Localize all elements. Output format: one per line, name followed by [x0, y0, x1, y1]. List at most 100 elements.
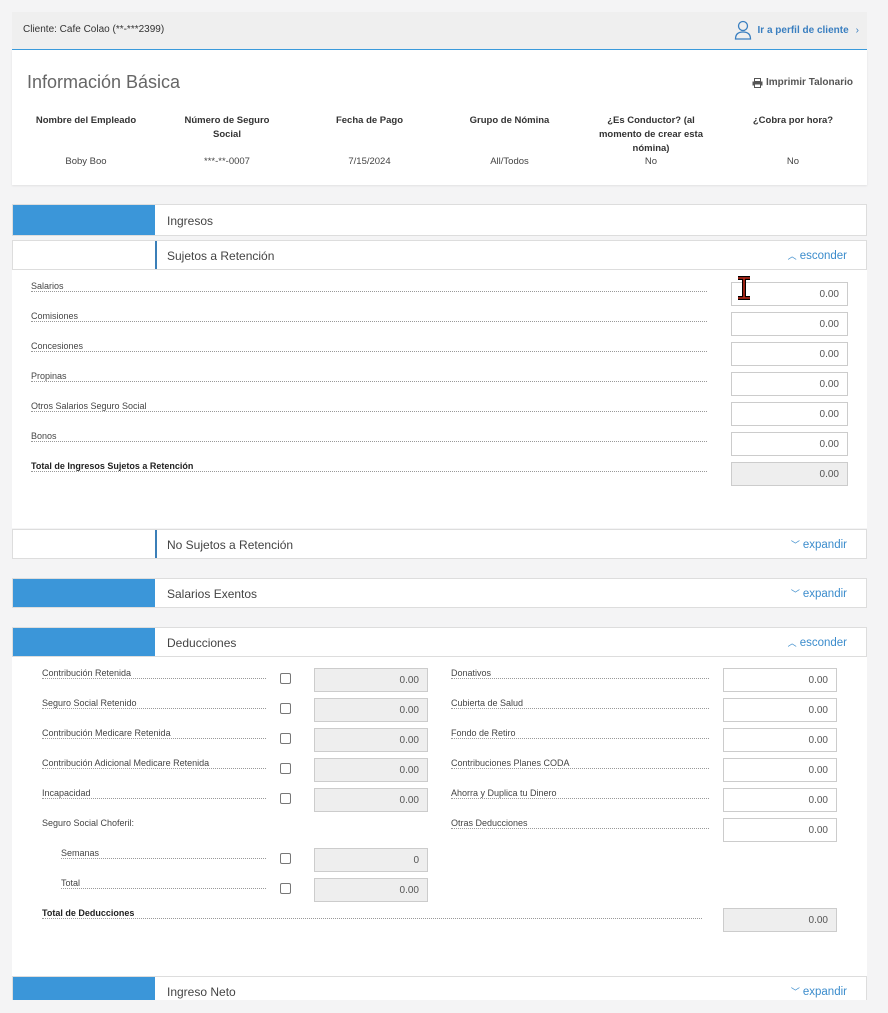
toggle-label: expandir	[802, 539, 847, 551]
user-icon	[734, 20, 751, 40]
medicare-adicional-checkbox[interactable]	[280, 763, 291, 774]
col-header: Nombre del Empleado	[35, 115, 137, 126]
row-label: Total	[61, 878, 82, 888]
row-concesiones: Concesiones	[31, 341, 707, 355]
col-hourly: ¿Cobra por hora? No	[734, 114, 852, 167]
row-otras-deducciones: Otras Deducciones	[451, 818, 709, 832]
incapacidad-checkbox[interactable]	[280, 793, 291, 804]
bonos-input[interactable]: 0.00	[731, 432, 848, 456]
row-label: Contribución Retenida	[42, 668, 133, 678]
row-total-deducciones: Total de Deducciones	[42, 908, 702, 922]
toggle-label: esconder	[799, 637, 847, 649]
total-choferil-checkbox[interactable]	[280, 883, 291, 894]
row-medicare-adicional: Contribución Adicional Medicare Retenida	[42, 758, 266, 772]
chevron-right-icon: ›	[855, 24, 859, 36]
row-label: Seguro Social Choferil:	[42, 818, 136, 828]
row-label: Donativos	[451, 668, 493, 678]
row-label: Fondo de Retiro	[451, 728, 517, 738]
client-bar: Cliente: Cafe Colao (**-***2399) Ir a pe…	[12, 12, 867, 50]
propinas-input[interactable]: 0.00	[731, 372, 848, 396]
row-label: Total de Deducciones	[42, 908, 136, 918]
row-label: Salarios	[31, 281, 65, 291]
col-header: Número de Seguro Social	[184, 115, 270, 140]
section-accent	[13, 205, 155, 235]
contribucion-retenida-checkbox[interactable]	[280, 673, 291, 684]
cubierta-salud-input[interactable]: 0.00	[723, 698, 837, 722]
hide-toggle[interactable]: ︿ esconder	[788, 636, 847, 649]
row-incapacidad: Incapacidad	[42, 788, 266, 802]
total-choferil-value: 0.00	[314, 878, 428, 902]
section-deducciones[interactable]: Deducciones ︿ esconder	[12, 627, 867, 657]
profile-link-label: Ir a perfil de cliente	[757, 24, 849, 36]
row-cubierta-salud: Cubierta de Salud	[451, 698, 709, 712]
print-stub-label: Imprimir Talonario	[765, 77, 853, 88]
page-bottom-edge	[0, 1000, 888, 1013]
col-value: Boby Boo	[65, 156, 107, 167]
row-comisiones: Comisiones	[31, 311, 707, 325]
fondo-retiro-input[interactable]: 0.00	[723, 728, 837, 752]
section-accent	[13, 530, 157, 558]
text-cursor-icon	[738, 276, 750, 300]
section-label: Sujetos a Retención	[167, 249, 275, 263]
medicare-adicional-value: 0.00	[314, 758, 428, 782]
chevron-up-icon: ︿	[787, 251, 797, 261]
otras-deducciones-input[interactable]: 0.00	[723, 818, 837, 842]
col-value: All/Todos	[490, 156, 529, 167]
row-label: Contribución Adicional Medicare Retenida	[42, 758, 211, 768]
seguro-social-retenido-checkbox[interactable]	[280, 703, 291, 714]
section-label: No Sujetos a Retención	[167, 538, 294, 552]
planes-coda-input[interactable]: 0.00	[723, 758, 837, 782]
row-label: Semanas	[61, 848, 101, 858]
col-header: Grupo de Nómina	[469, 115, 550, 126]
col-header: Fecha de Pago	[335, 115, 404, 126]
row-label: Contribución Medicare Retenida	[42, 728, 172, 738]
row-ahorra-duplica: Ahorra y Duplica tu Dinero	[451, 788, 709, 802]
expand-toggle[interactable]: ﹀ expandir	[791, 538, 847, 551]
expand-toggle[interactable]: ﹀ expandir	[791, 985, 847, 998]
semanas-checkbox[interactable]	[280, 853, 291, 864]
col-is-driver: ¿Es Conductor? (al momento de crear esta…	[592, 114, 710, 167]
otros-salarios-input[interactable]: 0.00	[731, 402, 848, 426]
row-label: Total de Ingresos Sujetos a Retención	[31, 461, 195, 471]
section-sujetos[interactable]: Sujetos a Retención ︿ esconder	[12, 240, 867, 270]
section-accent	[13, 241, 157, 269]
chevron-down-icon: ﹀	[790, 589, 800, 599]
medicare-retenida-checkbox[interactable]	[280, 733, 291, 744]
col-header: ¿Es Conductor? (al momento de crear esta…	[598, 115, 703, 154]
col-pay-date: Fecha de Pago 7/15/2024	[312, 114, 427, 167]
section-label: Ingreso Neto	[167, 985, 236, 999]
row-propinas: Propinas	[31, 371, 707, 385]
row-medicare-retenida: Contribución Medicare Retenida	[42, 728, 266, 742]
print-stub-button[interactable]: Imprimir Talonario	[752, 77, 853, 88]
row-otros-salarios: Otros Salarios Seguro Social	[31, 401, 707, 415]
row-bonos: Bonos	[31, 431, 707, 445]
total-deducciones-value: 0.00	[723, 908, 837, 932]
row-fondo-retiro: Fondo de Retiro	[451, 728, 709, 742]
expand-toggle[interactable]: ﹀ expandir	[791, 587, 847, 600]
semanas-value: 0	[314, 848, 428, 872]
contribucion-retenida-value: 0.00	[314, 668, 428, 692]
toggle-label: expandir	[802, 588, 847, 600]
section-exentos[interactable]: Salarios Exentos ﹀ expandir	[12, 578, 867, 608]
concesiones-input[interactable]: 0.00	[731, 342, 848, 366]
row-seguro-social-retenido: Seguro Social Retenido	[42, 698, 266, 712]
col-employee-name: Nombre del Empleado Boby Boo	[27, 114, 145, 167]
comisiones-input[interactable]: 0.00	[731, 312, 848, 336]
chevron-down-icon: ﹀	[790, 540, 800, 550]
section-label: Ingresos	[167, 214, 214, 228]
row-semanas: Semanas	[61, 848, 266, 862]
row-label: Bonos	[31, 431, 58, 441]
hide-toggle[interactable]: ︿ esconder	[788, 249, 847, 262]
basic-info-card: Información Básica Imprimir Talonario No…	[12, 50, 867, 185]
toggle-label: esconder	[799, 250, 847, 262]
ahorra-duplica-input[interactable]: 0.00	[723, 788, 837, 812]
donativos-input[interactable]: 0.00	[723, 668, 837, 692]
section-no-sujetos[interactable]: No Sujetos a Retención ﹀ expandir	[12, 529, 867, 559]
profile-link[interactable]: Ir a perfil de cliente ›	[734, 20, 859, 40]
col-value: 7/15/2024	[348, 156, 391, 167]
col-header: ¿Cobra por hora?	[752, 115, 834, 126]
section-accent	[13, 628, 155, 656]
section-label: Deducciones	[167, 636, 237, 650]
row-contribucion-retenida: Contribución Retenida	[42, 668, 266, 682]
row-seguro-choferil: Seguro Social Choferil:	[42, 818, 266, 832]
